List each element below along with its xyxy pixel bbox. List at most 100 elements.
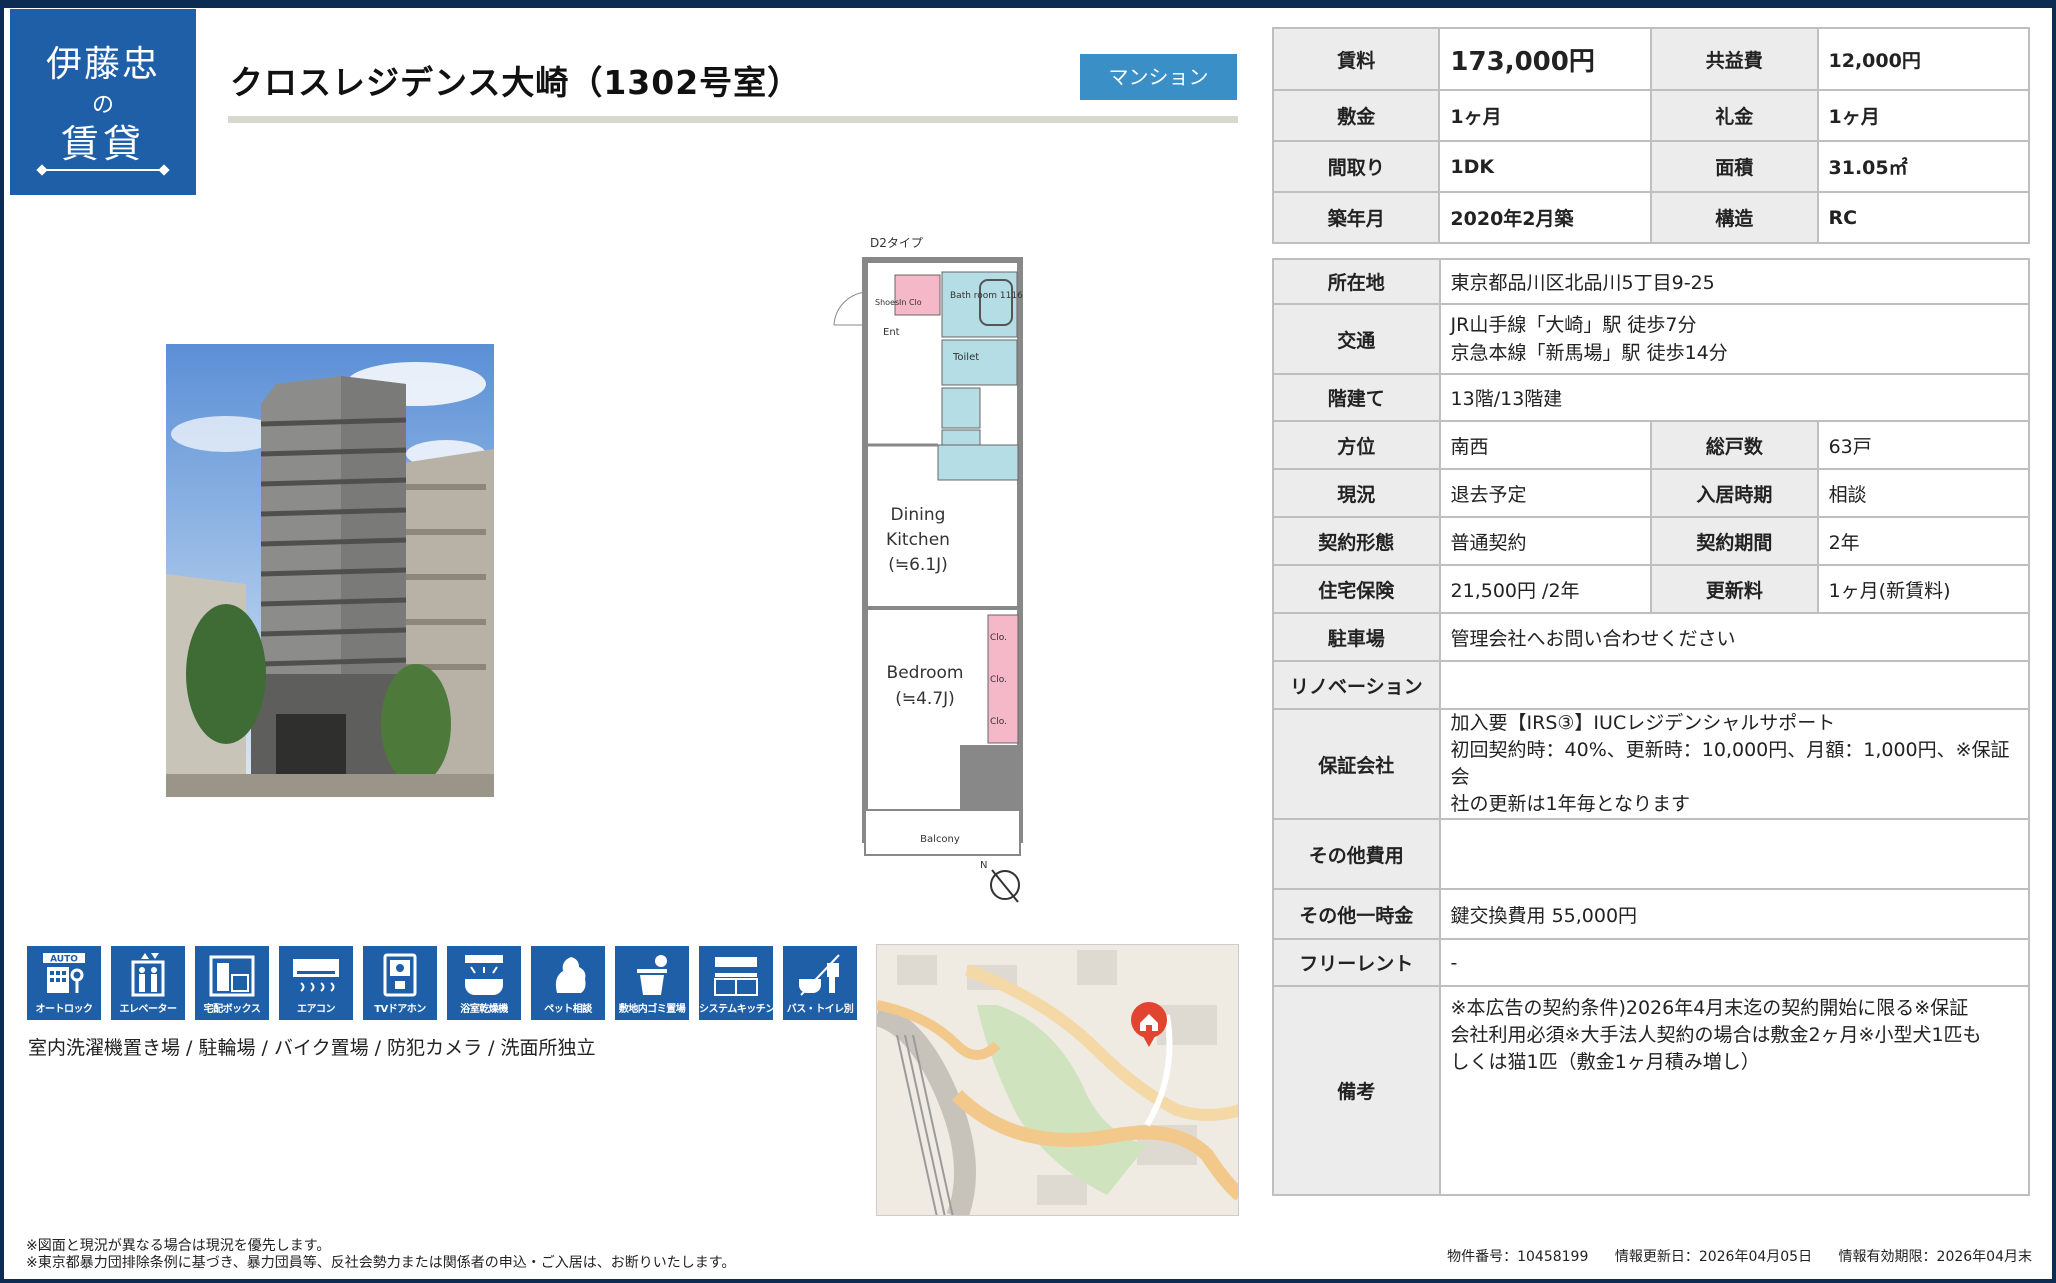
summary-table: 賃料 173,000円 共益費 12,000円 敷金 1ヶ月 礼金 1ヶ月 間取… [1271,27,2031,244]
autolock-icon: AUTO [43,953,85,993]
amenity-elevator: エレベーター [111,946,185,1020]
insurance-value: 21,500円 /2年 [1438,564,1653,614]
table-row: 契約形態 普通契約 契約期間 2年 [1272,516,2031,566]
brand-logo[interactable]: 伊藤忠 の 賃貸 [10,9,196,195]
structure-value: RC [1816,191,2031,244]
floor-value: 13階/13階建 [1438,373,2031,422]
logo-line-1: 伊藤忠 [45,44,160,85]
table-row: その他費用 [1272,818,2031,890]
deposit-value: 1ヶ月 [1438,89,1653,142]
floor-plan: D2タイプ Shoes In Clo Ent Bath room 1116 To… [820,230,1060,910]
plan-clo-3: Clo. [990,717,1007,727]
renewal-label: 更新料 [1650,564,1819,614]
other-fee-label: その他費用 [1272,818,1441,890]
renovation-label: リノベーション [1272,660,1441,710]
table-row: リノベーション [1272,660,2031,710]
built-value: 2020年2月築 [1438,191,1653,244]
logo-line-3: 賃貸 [60,122,145,166]
table-row: 現況 退去予定 入居時期 相談 [1272,468,2031,518]
parking-value: 管理会社へお問い合わせください [1438,612,2031,662]
key-money-value: 1ヶ月 [1816,89,2031,142]
footer-notes: ※図面と現況が異なる場合は現況を優先します。 ※東京都暴力団排除条例に基づき、暴… [26,1238,735,1272]
table-row: フリーレント - [1272,938,2031,987]
amenity-label: バス・トイレ別 [786,1004,854,1015]
property-number: 物件番号：10458199 [1447,1249,1589,1265]
amenity-aircon: エアコン [279,946,353,1020]
plan-toilet: Toilet [952,352,979,363]
table-row: 住宅保険 21,500円 /2年 更新料 1ヶ月(新賃料) [1272,564,2031,614]
table-row: 交通 JR山手線「大崎」駅 徒歩7分 京急本線「新馬場」駅 徒歩14分 [1272,303,2031,375]
plan-clo-2: Clo. [990,675,1007,685]
amenity-system-kitchen: システムキッチン [699,946,775,1020]
insurance-label: 住宅保険 [1272,564,1441,614]
updated-date: 情報更新日：2026年04月05日 [1614,1249,1813,1265]
remarks-label: 備考 [1272,985,1441,1196]
system-kitchen-icon [714,957,758,996]
movein-value: 相談 [1816,468,2031,518]
amenity-bath-dryer: 浴室乾燥機 [447,946,521,1020]
amenity-delivery-box: 宅配ボックス [195,946,269,1020]
remarks-value: ※本広告の契約条件)2026年4月末迄の契約開始に限る※保証 会社利用必須※大手… [1438,985,2031,1196]
guarantor-line-2: 初回契約時：40%、更新時：10,000円、月額：1,000円、※保証会 [1450,739,2010,788]
logo-rule [42,169,164,171]
amenity-label: エレベーター [119,1004,178,1015]
common-fee-value: 12,000円 [1816,27,2031,91]
amenity-garbage: 敷地内ゴミ置場 [615,946,689,1020]
amenity-label: 浴室乾燥機 [460,1004,508,1015]
onetime-label: その他一時金 [1272,888,1441,940]
direction-label: 方位 [1272,420,1441,470]
plan-bath: Bath room 1116 [950,291,1023,301]
key-money-label: 礼金 [1650,89,1819,142]
features-list: 室内洗濯機置き場 / 駐輪場 / バイク置場 / 防犯カメラ / 洗面所独立 [28,1037,596,1059]
tv-intercom-icon [383,953,417,997]
plan-dining-3: (≒6.1J) [888,555,948,575]
plan-type-label: D2タイプ [870,236,923,250]
freerent-value: - [1438,938,2031,987]
term-label: 契約期間 [1650,516,1819,566]
amenity-label: 宅配ボックス [203,1004,261,1015]
note-line-1: ※図面と現況が異なる場合は現況を優先します。 [26,1238,331,1254]
layout-label: 間取り [1271,140,1441,193]
other-fee-value [1438,818,2031,890]
area-value: 31.05㎡ [1816,140,2031,193]
access-line-1: JR山手線「大崎」駅 徒歩7分 [1450,314,1697,336]
rent-label: 賃料 [1271,27,1441,91]
bath-toilet-icon [799,954,840,996]
amenity-pet: ペット相談 [531,946,605,1020]
onetime-value: 鍵交換費用 55,000円 [1438,888,2031,940]
amenity-label: 敷地内ゴミ置場 [618,1004,686,1015]
amenity-label: オートロック [35,1004,94,1015]
table-row: 保証会社 加入要【IRS③】IUCレジデンシャルサポート 初回契約時：40%、更… [1272,708,2031,820]
plan-bed-1: Bedroom [887,663,964,683]
deposit-label: 敷金 [1271,89,1441,142]
common-fee-label: 共益費 [1650,27,1819,91]
freerent-label: フリーレント [1272,938,1441,987]
contract-value: 普通契約 [1438,516,1653,566]
location-map[interactable] [876,944,1239,1216]
direction-value: 南西 [1438,420,1653,470]
delivery-box-icon [209,955,255,997]
address-value: 東京都品川区北品川5丁目9-25 [1438,258,2031,305]
amenity-label: ペット相談 [544,1004,592,1015]
table-row: 敷金 1ヶ月 礼金 1ヶ月 [1271,89,2031,142]
valid-until: 情報有効期限：2026年04月末 [1838,1249,2032,1265]
access-label: 交通 [1272,303,1441,375]
page-title: クロスレジデンス大崎（1302号室） [230,63,802,102]
amenity-tv-intercom: TVドアホン [363,946,437,1020]
bath-dryer-icon [465,955,503,995]
pet-icon [555,957,586,993]
table-row: 所在地 東京都品川区北品川5丁目9-25 [1272,258,2031,305]
note-line-2: ※東京都暴力団排除条例に基づき、暴力団員等、反社会勢力または関係者の申込・ご入居… [26,1255,736,1271]
units-value: 63戸 [1816,420,2031,470]
remarks-line-3: しくは猫1匹（敷金1ヶ月積み増し） [1450,1051,1760,1073]
remarks-line-1: ※本広告の契約条件)2026年4月末迄の契約開始に限る※保証 [1450,997,1969,1019]
table-row: 階建て 13階/13階建 [1272,373,2031,422]
area-label: 面積 [1650,140,1819,193]
autolock-badge: AUTO [50,955,78,965]
remarks-line-2: 会社利用必須※大手法人契約の場合は敷金2ヶ月※小型犬1匹も [1450,1024,1982,1046]
status-value: 退去予定 [1438,468,1653,518]
plan-dining-2: Kitchen [886,530,950,550]
details-table: 所在地 東京都品川区北品川5丁目9-25 交通 JR山手線「大崎」駅 徒歩7分 … [1272,258,2031,1196]
plan-north: N [980,860,987,871]
guarantor-line-1: 加入要【IRS③】IUCレジデンシャルサポート [1450,712,1836,734]
